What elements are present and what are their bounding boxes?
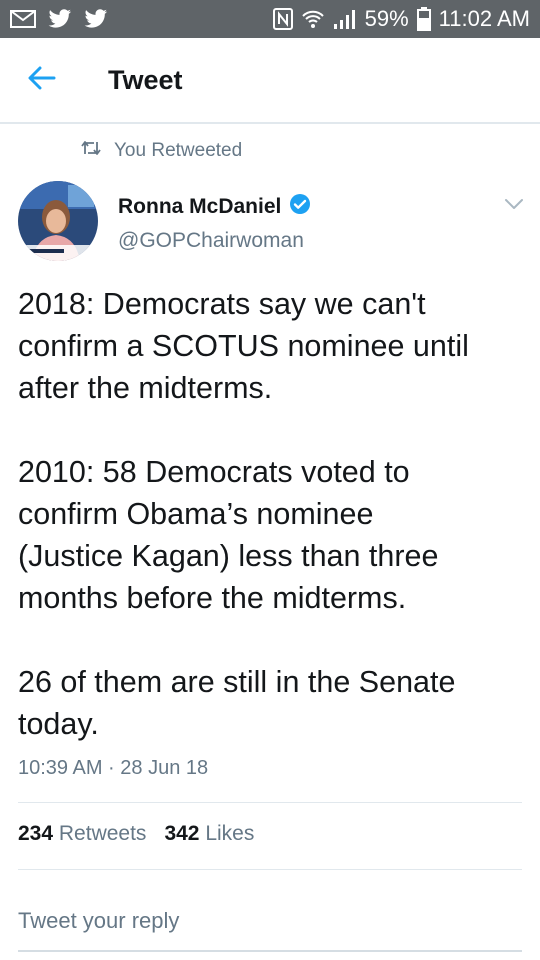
verified-badge-icon [289, 193, 311, 220]
nfc-icon [272, 8, 293, 30]
twitter-icon [48, 9, 72, 29]
tweet-line: months before the midterms. [18, 581, 407, 615]
chevron-down-icon [500, 199, 528, 218]
tweet-line: 2010: 58 Democrats voted to [18, 455, 410, 489]
author-name-row: Ronna McDaniel [118, 193, 311, 220]
retweets-stat[interactable]: 234 Retweets [18, 822, 146, 846]
tweet-stats: 234 Retweets 342 Likes [18, 822, 254, 846]
retweets-count: 234 [18, 822, 54, 845]
tweet-options-button[interactable] [500, 194, 528, 214]
system-status: 59% 11:02 AM [272, 6, 540, 32]
page-title: Tweet [108, 64, 183, 95]
twitter-icon [84, 9, 108, 29]
retweets-label: Retweets [58, 822, 147, 845]
likes-label: Likes [205, 822, 255, 845]
tweet-line: confirm a SCOTUS nominee until [18, 329, 469, 363]
tweet-text: 2018: Democrats say we can't confirm a S… [18, 283, 528, 745]
divider [18, 802, 522, 803]
retweet-context: You Retweeted [80, 140, 242, 162]
tweet-line: today. [18, 707, 99, 741]
tweet-line: (Justice Kagan) less than three [18, 539, 439, 573]
tweet-line: after the midterms. [18, 371, 273, 405]
retweet-context-label: You Retweeted [114, 140, 243, 161]
wifi-icon [301, 8, 325, 30]
likes-count: 342 [164, 822, 200, 845]
divider [18, 869, 522, 870]
tweet-timestamp: 10:39 AM · 28 Jun 18 [18, 757, 209, 779]
status-bar: 59% 11:02 AM [0, 0, 540, 38]
retweet-icon [80, 140, 102, 162]
signal-icon [333, 8, 357, 30]
mail-icon [10, 10, 36, 28]
author-handle: @GOPChairwoman [118, 229, 304, 252]
author-name: Ronna McDaniel [118, 194, 282, 218]
back-button[interactable] [12, 50, 72, 110]
arrow-left-icon [28, 66, 56, 95]
battery-icon [416, 7, 431, 31]
clock: 11:02 AM [438, 6, 530, 31]
author-info[interactable]: Ronna McDaniel @GOPChairwoman [118, 193, 311, 253]
notification-icons [0, 9, 108, 29]
tweet-line: 26 of them are still in the Senate [18, 665, 456, 699]
reply-input[interactable]: Tweet your reply [18, 908, 522, 952]
likes-stat[interactable]: 342 Likes [164, 822, 254, 846]
tweet-line: confirm Obama’s nominee [18, 497, 374, 531]
avatar[interactable] [18, 181, 98, 261]
battery-percent: 59% [364, 6, 409, 31]
app-bar: Tweet [0, 38, 540, 124]
tweet-line: 2018: Democrats say we can't [18, 287, 426, 321]
